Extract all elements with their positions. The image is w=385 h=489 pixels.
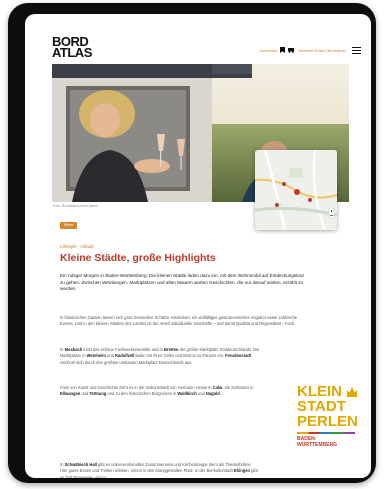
article-headline: Kleine Städte, große Highlights [60,252,216,264]
article-kicker: Lifestyle · Urlaub [60,244,94,249]
ks-line-3: PERLEN [297,413,358,430]
text-run: laden mit ihren Cafés und Bistros zu Pau… [134,353,226,359]
place-name: Weinheim [86,353,106,359]
logo-line-2: ATLAS [52,45,92,60]
bordatlas-logo[interactable]: BORD ATLAS [52,35,92,60]
text-run: und [80,391,90,397]
ks-subtitle-2: WÜRTTEMBERG [297,442,337,448]
text-run: und [196,391,206,397]
login-link[interactable]: Anmelden [259,48,277,53]
text-run: . [219,391,221,397]
place-name: Schwäbisch Hall [64,462,97,467]
place-name: Freudenstadt [225,353,252,359]
text-run: Fans von Kunst und Geschichte zieht es i… [60,385,213,390]
place-name: Tettnang [89,391,107,397]
ks-color-stripe [297,432,355,434]
article-paragraph-3: Fans von Kunst und Geschichte zieht es i… [60,385,260,398]
place-name: Waldkirch [177,391,197,397]
tablet-frame: BORD ATLAS Anmelden Weltweit finden (Bor… [8,3,376,483]
place-name: Mosbach [64,347,83,352]
crown-icon [347,384,357,402]
article-paragraph-4: In Schwäbisch Hall gibt es unkonventione… [60,462,260,478]
article-paragraph-1: In historischen Gassen lassen sich ganz … [60,315,298,327]
text-run: und [105,353,115,359]
ks-subtitle: BADEN- WÜRTTEMBERG [297,436,337,448]
place-name: Ellwangen [60,391,81,397]
text-run: zeichnet sich durch den größten umbauten… [60,359,193,365]
bookmark-icon[interactable] [280,47,286,53]
hero-caption: Foto: Bordatlas/Lorem Ipsum [53,204,99,208]
text-run: und zu den historischen Burgruinen in [106,391,178,397]
category-badge[interactable]: Reise [60,222,77,229]
kleinstadtperlen-logo: KLEIN STADT PERLEN BADEN- WÜRTTEMBERG [297,383,361,451]
top-navigation: Anmelden Weltweit finden (Bordatlas) [259,45,361,55]
place-name: Radolfzell [115,353,135,359]
article-paragraph-2: In Mosbach lockt das schöne Fachwerkense… [60,347,260,366]
worldwide-link[interactable]: Weltweit finden (Bordatlas) [298,48,346,53]
text-run: , die Schlösser in [222,385,254,390]
site-header: BORD ATLAS Anmelden Weltweit finden (Bor… [25,14,371,66]
map-widget[interactable] [255,150,337,230]
place-name: Calw [212,385,223,390]
place-name: Nagold [205,391,220,397]
place-name: Ehingen [233,468,251,474]
screen: BORD ATLAS Anmelden Weltweit finden (Bor… [25,14,371,478]
article-lead: Ein ruhiger Morgen in Baden-Württemberg:… [60,273,305,291]
place-name: Bretten [164,347,179,352]
text-run: lockt das schöne Fachwerkensemble und in [82,347,165,352]
hamburger-menu-icon[interactable] [352,46,361,54]
camper-icon[interactable] [288,47,295,53]
